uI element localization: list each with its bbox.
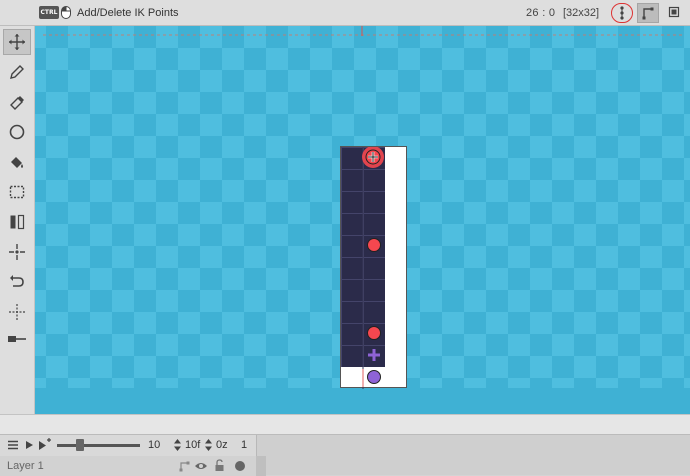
- fps-value: 10f: [185, 439, 201, 451]
- playback-row: 10 10f 0z 1: [0, 435, 256, 455]
- center-tool[interactable]: [3, 239, 31, 265]
- ik-point: [367, 238, 381, 252]
- frame-cell[interactable]: [256, 456, 266, 476]
- timeline-controls: 10 10f 0z 1 Layer 1: [0, 435, 257, 476]
- pencil-tool[interactable]: [3, 59, 31, 85]
- line-tool[interactable]: [3, 326, 31, 352]
- undo-tool[interactable]: [3, 269, 31, 295]
- canvas-bottom-margin: [35, 388, 690, 414]
- undo-icon: [10, 275, 24, 287]
- eye-icon[interactable]: [194, 460, 208, 472]
- mouse-icon: [61, 6, 71, 19]
- layer-row[interactable]: Layer 1: [0, 456, 256, 476]
- frame-icon: [668, 6, 680, 18]
- layer-record-icon[interactable]: [234, 460, 246, 472]
- frame-slider-track[interactable]: [57, 444, 140, 447]
- selection-icon: [9, 185, 25, 199]
- center-icon: [9, 244, 25, 260]
- fill-tool[interactable]: [3, 149, 31, 175]
- transform-tool[interactable]: [3, 299, 31, 325]
- mirror-icon: [10, 214, 25, 230]
- ik-point: [367, 326, 381, 340]
- line-icon: [8, 336, 26, 342]
- frame-slider-thumb[interactable]: [76, 439, 85, 451]
- timeline-divider: [0, 414, 690, 435]
- play-icon[interactable]: [24, 440, 34, 450]
- bucket-icon: [11, 157, 23, 168]
- bone-tool-button[interactable]: [637, 3, 659, 23]
- mirror-tool[interactable]: [3, 209, 31, 235]
- canvas-top-guides: [43, 26, 685, 36]
- ik-end-marker: [368, 349, 380, 361]
- ctrl-key-badge: CTRL: [39, 6, 59, 19]
- move-tool[interactable]: [3, 29, 31, 55]
- cursor-coordinates: 26 : 0: [526, 7, 556, 19]
- ik-overlay: [362, 147, 384, 389]
- eraser-icon: [10, 96, 24, 110]
- drawing-canvas[interactable]: [35, 26, 690, 414]
- lock-icon[interactable]: [214, 459, 225, 472]
- move-icon: [9, 34, 25, 50]
- eraser-tool[interactable]: [3, 89, 31, 115]
- transform-icon: [9, 304, 25, 320]
- sprite-frame[interactable]: [340, 146, 407, 389]
- timeline-panel: 10 10f 0z 1 Layer 1: [0, 434, 690, 476]
- bone-link-icon[interactable]: [178, 460, 190, 472]
- grid-size: [32x32]: [563, 7, 600, 19]
- layer-name: Layer 1: [7, 460, 44, 472]
- ik-chain-icon: [620, 6, 624, 20]
- ik-tool-button[interactable]: [611, 3, 633, 23]
- fps-stepper-icon[interactable]: [173, 438, 182, 452]
- circle-tool[interactable]: [3, 119, 31, 145]
- frame-value: 10: [148, 439, 161, 451]
- circle-icon: [9, 124, 25, 140]
- frame-tool-button[interactable]: [664, 3, 686, 23]
- play-loop-icon[interactable]: [37, 438, 53, 451]
- bone-icon: [642, 7, 654, 20]
- ik-end-point: [367, 370, 381, 384]
- tool-bar: [0, 26, 35, 414]
- tool-hint: Add/Delete IK Points: [77, 7, 179, 19]
- offset-value: 0z: [216, 439, 228, 451]
- pencil-icon: [10, 65, 24, 79]
- current-frame-number: 1: [240, 439, 248, 451]
- top-bar: CTRL Add/Delete IK Points 26 : 0 [32x32]: [0, 0, 690, 26]
- offset-stepper-icon[interactable]: [204, 438, 213, 452]
- menu-icon[interactable]: [7, 440, 19, 450]
- selection-tool[interactable]: [3, 179, 31, 205]
